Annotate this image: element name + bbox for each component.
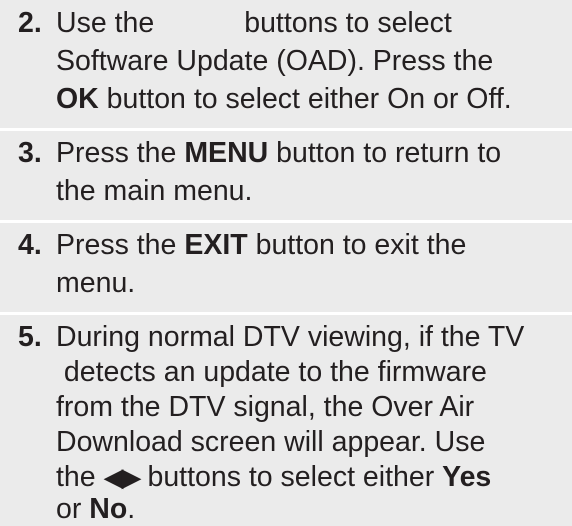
step-text-line: Press the EXIT button to exit the <box>56 228 466 262</box>
divider <box>0 220 572 223</box>
text-segment: Press the <box>56 137 185 169</box>
step-text-line: Use the buttons to select <box>56 6 452 40</box>
manual-page: 2. Use the buttons to select Software Upd… <box>0 0 572 526</box>
text-segment: Use the <box>56 7 155 39</box>
ok-button-label: OK <box>56 83 99 115</box>
step-text-line: the main menu. <box>56 175 253 207</box>
text-segment: the <box>56 461 104 493</box>
step-number: 2. <box>18 7 42 39</box>
step-text-line: detects an update to the firmware <box>56 356 487 388</box>
text-segment: buttons to select either <box>139 461 443 493</box>
step-number: 5. <box>18 321 42 353</box>
step-text-line: During normal DTV viewing, if the TV <box>56 321 525 353</box>
text-segment: buttons to select <box>244 7 452 39</box>
step-text-line: Download screen will appear. Use <box>56 426 486 458</box>
text-segment: button to select either On or Off. <box>98 83 512 115</box>
left-right-arrow-icon: ◀▶ <box>103 462 142 492</box>
text-segment: or <box>56 493 90 525</box>
text-segment: button to exit the <box>247 229 467 261</box>
step-text-line: Press the MENU button to return to <box>56 136 501 170</box>
step-text-line: menu. <box>56 267 136 299</box>
exit-button-label: EXIT <box>184 229 248 261</box>
step-number: 3. <box>18 137 42 169</box>
step-text-line: OK button to select either On or Off. <box>56 82 512 116</box>
step-text-line: Software Update (OAD). Press the <box>56 45 494 77</box>
yes-label: Yes <box>442 461 492 493</box>
no-label: No <box>89 493 128 525</box>
step-text-line: the ◀▶ buttons to select either Yes <box>56 460 491 494</box>
step-number: 4. <box>18 229 42 261</box>
text-segment: Press the <box>56 229 185 261</box>
text-segment: . <box>127 493 136 525</box>
step-text-line: or No. <box>56 492 135 526</box>
divider <box>0 312 572 315</box>
divider <box>0 128 572 131</box>
menu-button-label: MENU <box>184 137 269 169</box>
text-segment: button to return to <box>268 137 502 169</box>
step-text-line: from the DTV signal, the Over Air <box>56 391 475 423</box>
